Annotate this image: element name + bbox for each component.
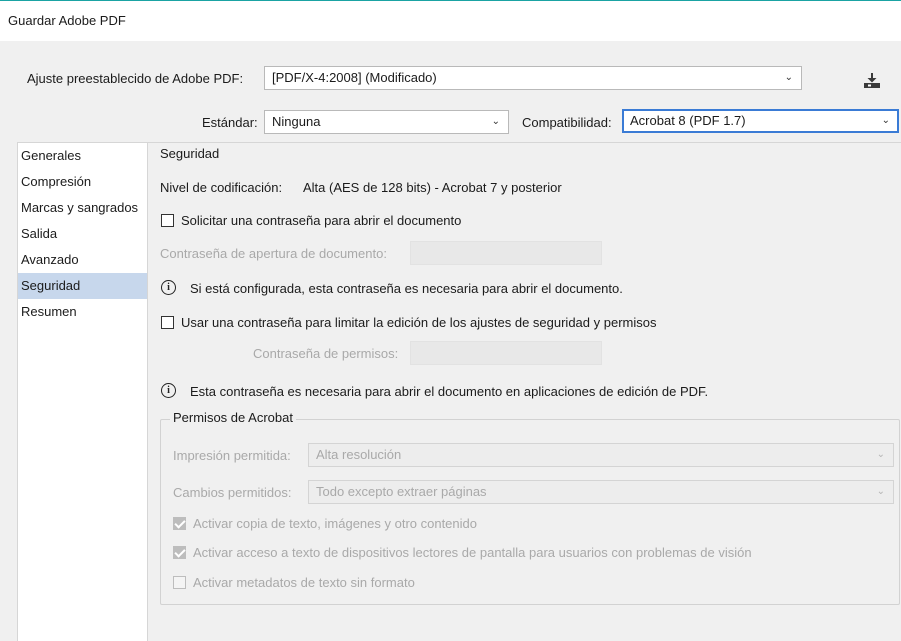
chevron-down-icon: ⌄ — [784, 72, 793, 83]
sidebar-item-seguridad[interactable]: Seguridad — [18, 273, 147, 299]
chevron-down-icon: ⌄ — [876, 486, 885, 497]
chevron-down-icon: ⌄ — [491, 116, 500, 127]
screen-reader-label[interactable]: Activar acceso a texto de dispositivos l… — [193, 545, 752, 560]
info-icon: i — [161, 280, 176, 295]
section-title: Seguridad — [160, 146, 220, 161]
standard-select[interactable]: Ninguna ⌄ — [264, 110, 509, 134]
compatibility-value: Acrobat 8 (PDF 1.7) — [630, 113, 746, 128]
compatibility-select[interactable]: Acrobat 8 (PDF 1.7) ⌄ — [622, 109, 899, 133]
use-permissions-password-checkbox[interactable] — [161, 316, 174, 329]
preset-value: [PDF/X-4:2008] (Modificado) — [272, 70, 437, 85]
open-password-field[interactable] — [410, 241, 602, 265]
plaintext-metadata-label[interactable]: Activar metadatos de texto sin formato — [193, 575, 415, 590]
chevron-down-icon: ⌄ — [876, 449, 885, 460]
printing-select[interactable]: Alta resolución ⌄ — [308, 443, 894, 467]
printing-label: Impresión permitida: — [173, 448, 291, 463]
window-title: Guardar Adobe PDF — [8, 13, 126, 28]
chevron-down-icon: ⌄ — [881, 115, 890, 126]
open-password-info: Si está configurada, esta contraseña es … — [190, 281, 623, 296]
require-open-password-checkbox[interactable] — [161, 214, 174, 227]
encryption-label: Nivel de codificación: — [160, 180, 283, 195]
preset-label: Ajuste preestablecido de Adobe PDF: — [27, 71, 244, 86]
copy-content-checkbox[interactable] — [173, 517, 186, 530]
sidebar-item-compresion[interactable]: Compresión — [18, 169, 147, 195]
printing-value: Alta resolución — [316, 447, 402, 462]
copy-content-label[interactable]: Activar copia de texto, imágenes y otro … — [193, 516, 477, 531]
require-open-password-label[interactable]: Solicitar una contraseña para abrir el d… — [181, 213, 461, 228]
permissions-password-field[interactable] — [410, 341, 602, 365]
open-password-label: Contraseña de apertura de documento: — [160, 246, 387, 261]
permissions-legend: Permisos de Acrobat — [170, 410, 296, 425]
save-preset-icon[interactable] — [862, 70, 882, 90]
screen-reader-checkbox[interactable] — [173, 546, 186, 559]
standard-label: Estándar: — [202, 115, 258, 130]
title-bar: Guardar Adobe PDF — [0, 0, 901, 41]
category-sidebar: Generales Compresión Marcas y sangrados … — [17, 142, 148, 641]
permissions-info: Esta contraseña es necesaria para abrir … — [190, 384, 709, 399]
sidebar-item-marcas-sangrados[interactable]: Marcas y sangrados — [18, 195, 147, 221]
sidebar-item-generales[interactable]: Generales — [18, 143, 147, 169]
changes-select[interactable]: Todo excepto extraer páginas ⌄ — [308, 480, 894, 504]
standard-value: Ninguna — [272, 114, 321, 129]
changes-label: Cambios permitidos: — [173, 485, 292, 500]
info-icon: i — [161, 383, 176, 398]
permissions-password-label: Contraseña de permisos: — [253, 346, 399, 361]
sidebar-item-resumen[interactable]: Resumen — [18, 299, 147, 325]
sidebar-item-salida[interactable]: Salida — [18, 221, 147, 247]
use-permissions-password-label[interactable]: Usar una contraseña para limitar la edic… — [181, 315, 656, 330]
plaintext-metadata-checkbox[interactable] — [173, 576, 186, 589]
changes-value: Todo excepto extraer páginas — [316, 484, 487, 499]
compatibility-label: Compatibilidad: — [522, 115, 612, 130]
encryption-value: Alta (AES de 128 bits) - Acrobat 7 y pos… — [303, 180, 562, 195]
sidebar-item-avanzado[interactable]: Avanzado — [18, 247, 147, 273]
preset-select[interactable]: [PDF/X-4:2008] (Modificado) ⌄ — [264, 66, 802, 90]
